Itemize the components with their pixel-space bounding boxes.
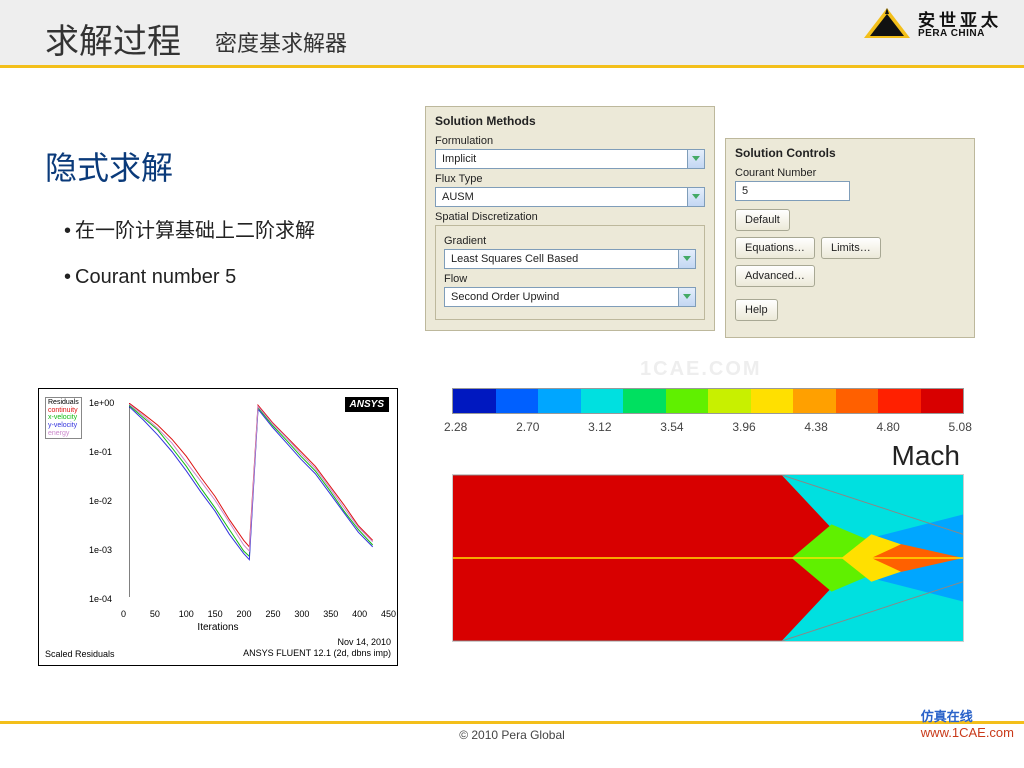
solution-methods-panel: Solution Methods Formulation Implicit Fl… <box>425 106 715 331</box>
courant-number-label: Courant Number <box>735 167 965 179</box>
formulation-label: Formulation <box>435 135 705 147</box>
help-button[interactable]: Help <box>735 299 778 321</box>
watermark-faint: 1CAE.COM <box>640 358 762 381</box>
residuals-chart: Residualscontinuityx-velocityy-velocitye… <box>38 388 398 666</box>
mach-figure: 2.282.703.123.543.964.384.805.08 Mach <box>420 388 996 642</box>
bullet-list: 在一阶计算基础上二阶求解 Courant number 5 <box>64 208 315 300</box>
logo-text-cn: 安世亚太 <box>918 12 1002 29</box>
spatial-discretization-label: Spatial Discretization <box>435 211 705 223</box>
flow-label: Flow <box>444 273 696 285</box>
chevron-down-icon[interactable] <box>687 150 704 168</box>
slide-header: 求解过程 密度基求解器 安世亚太 PERA CHINA <box>0 0 1024 68</box>
flow-dropdown[interactable]: Second Order Upwind <box>444 287 696 307</box>
chart-footer-right: Nov 14, 2010 ANSYS FLUENT 12.1 (2d, dbns… <box>243 637 391 659</box>
mach-contour <box>452 474 964 642</box>
footer-copyright: © 2010 Pera Global <box>0 724 1024 746</box>
solution-controls-panel: Solution Controls Courant Number 5 Defau… <box>725 138 975 338</box>
mach-colorbar <box>452 388 964 414</box>
gradient-dropdown[interactable]: Least Squares Cell Based <box>444 249 696 269</box>
flux-type-value: AUSM <box>436 191 687 203</box>
advanced-button[interactable]: Advanced… <box>735 265 815 287</box>
limits-button[interactable]: Limits… <box>821 237 881 259</box>
mach-colorbar-ticks: 2.282.703.123.543.964.384.805.08 <box>444 420 972 434</box>
logo-text-en: PERA CHINA <box>918 29 1002 39</box>
flow-value: Second Order Upwind <box>445 291 678 303</box>
panel-title: Solution Controls <box>735 146 965 160</box>
spatial-discretization-group: Gradient Least Squares Cell Based Flow S… <box>435 225 705 320</box>
bullet-item: 在一阶计算基础上二阶求解 <box>64 208 315 254</box>
watermark-line2: www.1CAE.com <box>921 725 1014 740</box>
logo-triangle-icon <box>864 8 910 42</box>
formulation-dropdown[interactable]: Implicit <box>435 149 705 169</box>
courant-number-input[interactable]: 5 <box>735 181 850 201</box>
chart-footer-left: Scaled Residuals <box>45 649 115 659</box>
x-axis-title: Iterations <box>39 622 397 633</box>
gradient-value: Least Squares Cell Based <box>445 253 678 265</box>
mach-label: Mach <box>420 440 960 472</box>
formulation-value: Implicit <box>436 153 687 165</box>
pera-logo: 安世亚太 PERA CHINA <box>864 8 1002 42</box>
equations-button[interactable]: Equations… <box>735 237 815 259</box>
section-title: 隐式求解 <box>45 143 173 189</box>
residual-plot-area <box>129 403 387 597</box>
chevron-down-icon[interactable] <box>678 288 695 306</box>
chart-legend: Residualscontinuityx-velocityy-velocitye… <box>45 397 82 439</box>
default-button[interactable]: Default <box>735 209 790 231</box>
watermark-line1: 仿真在线 <box>921 709 973 724</box>
gradient-label: Gradient <box>444 235 696 247</box>
flux-type-label: Flux Type <box>435 173 705 185</box>
bullet-item: Courant number 5 <box>64 254 315 300</box>
header-title-main: 求解过程 <box>45 14 181 63</box>
flux-type-dropdown[interactable]: AUSM <box>435 187 705 207</box>
chevron-down-icon[interactable] <box>687 188 704 206</box>
header-title-sub: 密度基求解器 <box>215 26 347 58</box>
panel-title: Solution Methods <box>435 114 705 128</box>
chevron-down-icon[interactable] <box>678 250 695 268</box>
watermark-brand: 仿真在线 www.1CAE.com <box>921 706 1014 740</box>
